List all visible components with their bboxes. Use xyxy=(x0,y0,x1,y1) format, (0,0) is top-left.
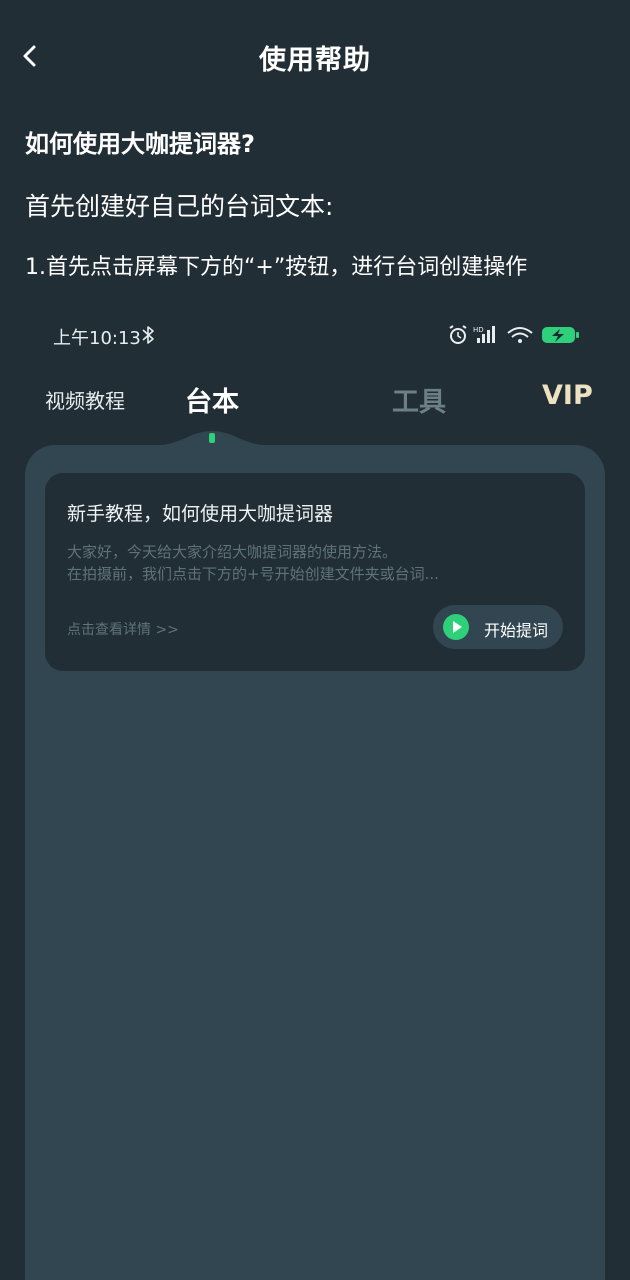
active-tab-indicator xyxy=(209,433,215,443)
hd-label: HD xyxy=(473,326,484,334)
start-prompter-button[interactable]: 开始提词 xyxy=(433,605,563,649)
tab-tools[interactable]: 工具 xyxy=(392,380,446,419)
tutorial-card[interactable]: 新手教程，如何使用大咖提词器 大家好，今天给大家介绍大咖提词器的使用方法。 在拍… xyxy=(45,473,585,671)
help-page: 使用帮助 如何使用大咖提词器? 首先创建好自己的台词文本: 1.首先点击屏幕下方… xyxy=(0,0,630,1280)
tab-script[interactable]: 台本 xyxy=(185,380,239,419)
page-title: 使用帮助 xyxy=(259,45,371,76)
tab-vip[interactable]: VIP xyxy=(542,380,593,411)
card-description: 大家好，今天给大家介绍大咖提词器的使用方法。 在拍摄前，我们点击下方的+号开始创… xyxy=(67,543,439,583)
play-circle-icon xyxy=(443,614,469,640)
hd-signal-icon: HD xyxy=(473,326,495,343)
help-step-1: 1.首先点击屏幕下方的“+”按钮，进行台词创建操作 xyxy=(25,255,528,280)
alarm-icon xyxy=(449,325,467,344)
help-heading: 如何使用大咖提词器? xyxy=(25,130,255,158)
card-title: 新手教程，如何使用大咖提词器 xyxy=(67,503,334,525)
view-details-link[interactable]: 点击查看详情 >> xyxy=(67,619,179,639)
bluetooth-icon xyxy=(142,326,154,344)
tab-video-tutorials[interactable]: 视频教程 xyxy=(45,385,125,414)
status-icons: HD xyxy=(448,322,580,348)
help-subheading: 首先创建好自己的台词文本: xyxy=(25,192,334,221)
tab-notch xyxy=(150,431,274,446)
status-time: 上午10:13 xyxy=(53,328,141,349)
battery-charging-icon xyxy=(542,327,579,343)
wifi-icon xyxy=(507,327,533,343)
start-prompter-label: 开始提词 xyxy=(484,621,549,640)
top-nav: 使用帮助 xyxy=(0,0,630,110)
